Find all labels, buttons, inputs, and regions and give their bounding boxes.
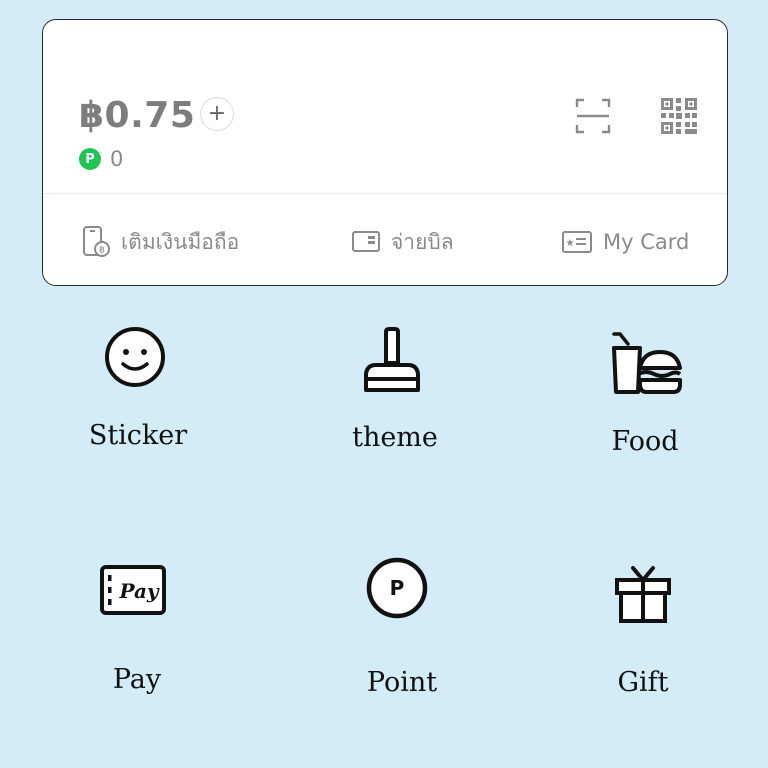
svg-text:★: ★ <box>566 238 575 249</box>
svg-text:P: P <box>390 576 405 600</box>
pay-ticket-icon: Pay <box>100 565 166 615</box>
qr-code-icon[interactable] <box>661 98 697 134</box>
smiley-icon <box>105 327 165 387</box>
point-badge-icon: P <box>79 148 101 170</box>
mobile-topup-label: เติมเงินมือถือ <box>121 229 240 254</box>
scan-icon[interactable] <box>574 97 612 135</box>
gift-icon <box>615 566 671 623</box>
pay-bill-button[interactable]: จ่ายบิล <box>351 224 454 260</box>
card-divider <box>43 193 727 194</box>
points-row[interactable]: P 0 <box>79 147 123 171</box>
food-icon <box>612 332 682 394</box>
points-value: 0 <box>110 147 124 171</box>
my-card-button[interactable]: ★ My Card <box>561 224 689 260</box>
member-card-icon: ★ <box>562 231 592 253</box>
point-coin-icon: P <box>366 557 428 619</box>
grid-label-gift: Gift <box>617 667 669 698</box>
grid-label-sticker: Sticker <box>88 420 188 451</box>
phone-topup-icon: ฿ <box>83 226 110 257</box>
grid-label-theme: theme <box>352 422 438 453</box>
svg-text:Pay: Pay <box>118 579 159 603</box>
grid-label-food: Food <box>611 426 679 457</box>
my-card-label: My Card <box>603 230 690 254</box>
mobile-topup-button[interactable]: ฿ เติมเงินมือถือ <box>81 224 239 260</box>
grid-label-pay: Pay <box>112 664 162 695</box>
svg-text:฿: ฿ <box>99 246 105 256</box>
pay-bill-label: จ่ายบิล <box>391 229 454 254</box>
bill-icon <box>352 231 380 252</box>
wallet-card: ฿0.75 + P 0 ฿ เติมเงินมือถือ จ่ายบิล ★ M… <box>42 19 728 286</box>
brush-icon <box>364 327 420 392</box>
grid-label-point: Point <box>366 667 438 698</box>
wallet-balance[interactable]: ฿0.75 <box>79 94 195 138</box>
add-money-button[interactable]: + <box>200 97 234 131</box>
